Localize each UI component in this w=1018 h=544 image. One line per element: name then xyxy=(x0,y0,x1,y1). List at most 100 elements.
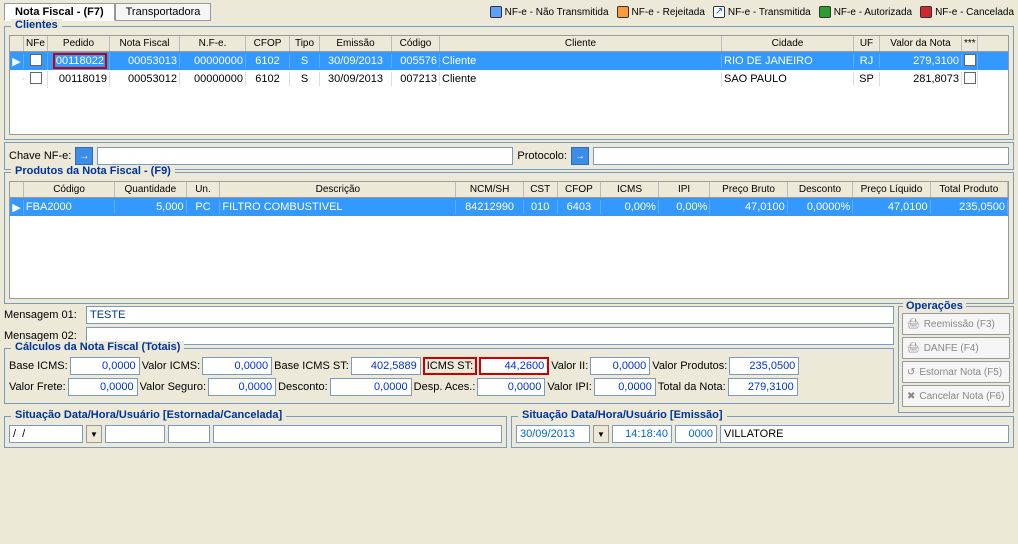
sit-user-input[interactable] xyxy=(720,425,1009,443)
table-row[interactable]: ▶ FBA2000 5,000 PC FILTRO COMBUSTIVEL 84… xyxy=(10,198,1008,216)
sit-id-input[interactable] xyxy=(675,425,717,443)
lbl: Total da Nota: xyxy=(658,381,726,393)
col-un[interactable]: Un. xyxy=(187,182,221,197)
base-icms-input[interactable] xyxy=(70,357,140,375)
tab-transportadora[interactable]: Transportadora xyxy=(115,3,212,21)
cell-cidade: SAO PAULO xyxy=(722,72,854,86)
sit-hora-input[interactable] xyxy=(105,425,165,443)
printer-icon: 🖨 xyxy=(907,319,920,330)
square-icon: ↗ xyxy=(713,6,725,18)
lbl: Base ICMS ST: xyxy=(274,360,349,372)
arrow-right-icon[interactable]: → xyxy=(75,147,93,165)
square-icon xyxy=(819,6,831,18)
clientes-title: Clientes xyxy=(11,19,62,31)
clientes-grid: NFe Pedido Nota Fiscal N.F-e. CFOP Tipo … xyxy=(9,35,1009,135)
sit-hora-input[interactable] xyxy=(612,425,672,443)
col-codigo[interactable]: Código xyxy=(24,182,115,197)
dropdown-icon[interactable]: ▼ xyxy=(86,425,102,443)
produtos-grid: Código Quantidade Un. Descrição NCM/SH C… xyxy=(9,181,1009,299)
cell-cliente: Cliente xyxy=(440,72,722,86)
nfe-status-icon xyxy=(30,72,42,84)
col-valor[interactable]: Valor da Nota xyxy=(880,36,962,51)
grid-header: NFe Pedido Nota Fiscal N.F-e. CFOP Tipo … xyxy=(10,36,1008,52)
lbl: Desconto: xyxy=(278,381,328,393)
mensagem02-input[interactable] xyxy=(86,327,894,345)
arrow-right-icon[interactable]: → xyxy=(571,147,589,165)
dropdown-icon[interactable]: ▼ xyxy=(593,425,609,443)
cell-valor: 281,8073 xyxy=(880,72,962,86)
sit-user-input[interactable] xyxy=(213,425,502,443)
cell-emissao: 30/09/2013 xyxy=(320,72,392,86)
valor-icms-input[interactable] xyxy=(202,357,272,375)
clientes-group: Clientes NFe Pedido Nota Fiscal N.F-e. C… xyxy=(4,26,1014,140)
cell: 84212990 xyxy=(456,200,523,214)
operacoes-title: Operações xyxy=(903,300,966,312)
cell-nota: 00053012 xyxy=(110,72,180,86)
sit-title: Situação Data/Hora/Usuário [Estornada/Ca… xyxy=(11,409,286,421)
lbl: Valor IPI: xyxy=(547,381,591,393)
cell-cfop: 6102 xyxy=(246,72,290,86)
cancelar-button[interactable]: ✖Cancelar Nota (F6) xyxy=(902,385,1010,407)
cell: 0,00% xyxy=(659,200,711,214)
produtos-group: Produtos da Nota Fiscal - (F9) Código Qu… xyxy=(4,172,1014,304)
col-cst[interactable]: CST xyxy=(524,182,558,197)
desconto-input[interactable] xyxy=(330,378,412,396)
cell: 0,00% xyxy=(601,200,659,214)
printer-icon: 🖨 xyxy=(907,343,920,354)
col-ncm[interactable]: NCM/SH xyxy=(456,182,523,197)
btn-label: Reemissão (F3) xyxy=(924,319,995,330)
col-cliente[interactable]: Cliente xyxy=(440,36,722,51)
col-uf[interactable]: UF xyxy=(854,36,880,51)
col-emissao[interactable]: Emissão xyxy=(320,36,392,51)
col-pl[interactable]: Preço Líquido xyxy=(853,182,930,197)
col-tipo[interactable]: Tipo xyxy=(290,36,320,51)
sit-id-input[interactable] xyxy=(168,425,210,443)
col-ipi[interactable]: IPI xyxy=(659,182,711,197)
valor-produtos-input[interactable] xyxy=(729,357,799,375)
lbl: Valor Produtos: xyxy=(652,360,727,372)
table-row[interactable]: ▶ 00118022 00053013 00000000 6102 S 30/0… xyxy=(10,52,1008,70)
cell-emissao: 30/09/2013 xyxy=(320,54,392,68)
danfe-button[interactable]: 🖨DANFE (F4) xyxy=(902,337,1010,359)
col-icms[interactable]: ICMS xyxy=(601,182,659,197)
row-marker-icon: ▶ xyxy=(10,200,24,215)
col-cfop[interactable]: CFOP xyxy=(246,36,290,51)
table-row[interactable]: 00118019 00053012 00000000 6102 S 30/09/… xyxy=(10,70,1008,88)
valor-seguro-input[interactable] xyxy=(208,378,276,396)
col-pb[interactable]: Preço Bruto xyxy=(710,182,787,197)
col-cidade[interactable]: Cidade xyxy=(722,36,854,51)
total-nota-input[interactable] xyxy=(728,378,798,396)
cell-valor: 279,3100 xyxy=(880,54,962,68)
cell-tipo: S xyxy=(290,54,320,68)
situacao-estornada: Situação Data/Hora/Usuário [Estornada/Ca… xyxy=(4,416,507,448)
cell: 47,0100 xyxy=(710,200,787,214)
valor-ipi-input[interactable] xyxy=(594,378,656,396)
cell: FBA2000 xyxy=(24,200,115,214)
col-codigo[interactable]: Código xyxy=(392,36,440,51)
col-nfe2[interactable]: N.F-e. xyxy=(180,36,246,51)
col-ast[interactable]: *** xyxy=(962,36,978,51)
col-qtd[interactable]: Quantidade xyxy=(115,182,186,197)
status-icon xyxy=(964,54,976,66)
valor-ii-input[interactable] xyxy=(590,357,650,375)
col-desc[interactable]: Descrição xyxy=(220,182,456,197)
sit-data-input[interactable] xyxy=(9,425,83,443)
valor-frete-input[interactable] xyxy=(68,378,138,396)
mensagem01-input[interactable] xyxy=(86,306,894,324)
estornar-button[interactable]: ↺Estornar Nota (F5) xyxy=(902,361,1010,383)
col-cfop[interactable]: CFOP xyxy=(558,182,602,197)
col-pedido[interactable]: Pedido xyxy=(48,36,110,51)
sit-data-input[interactable] xyxy=(516,425,590,443)
reemissao-button[interactable]: 🖨 Reemissão (F3) xyxy=(902,313,1010,335)
col-nfe[interactable]: NFe xyxy=(24,36,48,51)
chave-input[interactable] xyxy=(97,147,513,165)
col-desc2[interactable]: Desconto xyxy=(788,182,853,197)
protocolo-input[interactable] xyxy=(593,147,1009,165)
base-icms-st-input[interactable] xyxy=(351,357,421,375)
icms-st-input[interactable] xyxy=(479,357,549,375)
cell: 0,0000% xyxy=(788,200,853,214)
col-tot[interactable]: Total Produto xyxy=(931,182,1008,197)
col-nota-fiscal[interactable]: Nota Fiscal xyxy=(110,36,180,51)
lbl: Valor Seguro: xyxy=(140,381,206,393)
desp-aces-input[interactable] xyxy=(477,378,545,396)
